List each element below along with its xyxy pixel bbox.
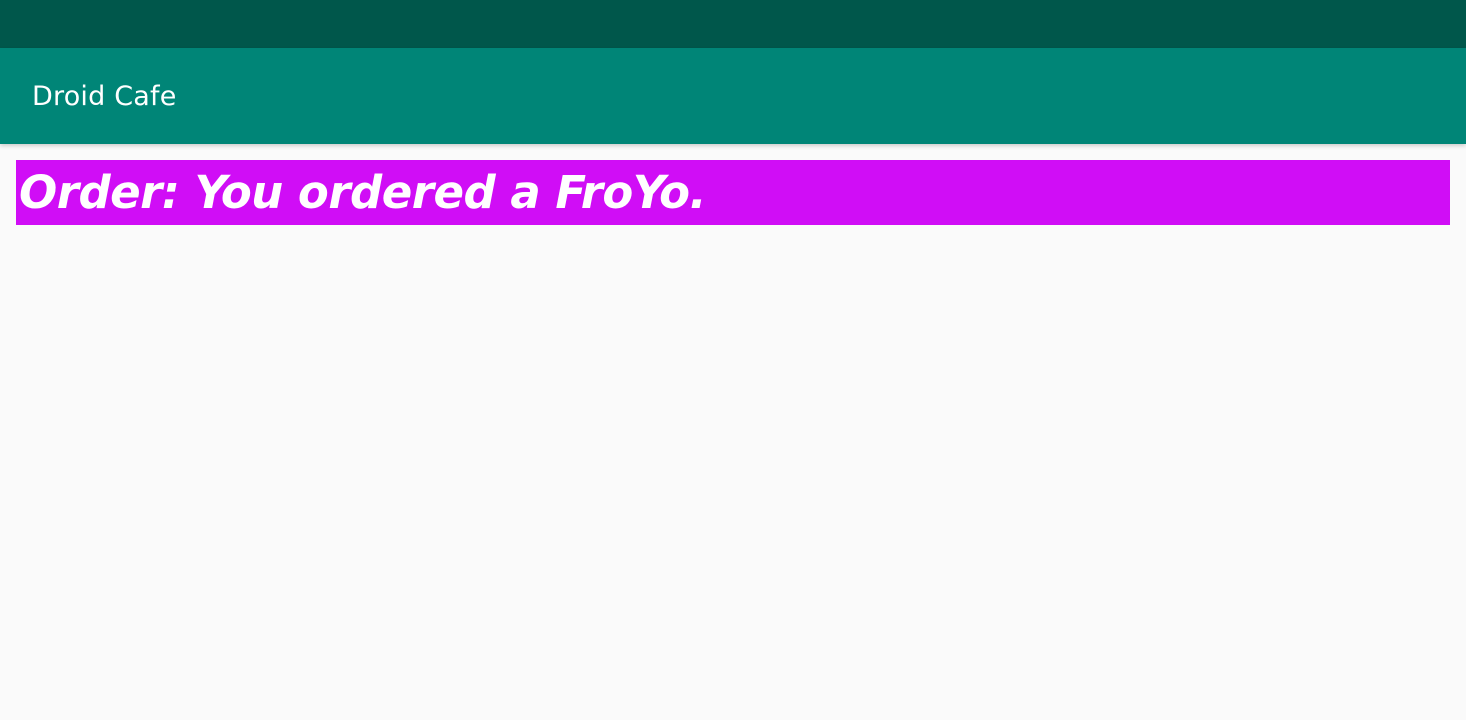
order-message: Order: You ordered a FroYo. [16, 160, 1450, 225]
app-bar: Droid Cafe [0, 48, 1466, 144]
app-title: Droid Cafe [32, 80, 177, 112]
main-content: Order: You ordered a FroYo. [0, 144, 1466, 720]
status-bar [0, 0, 1466, 48]
